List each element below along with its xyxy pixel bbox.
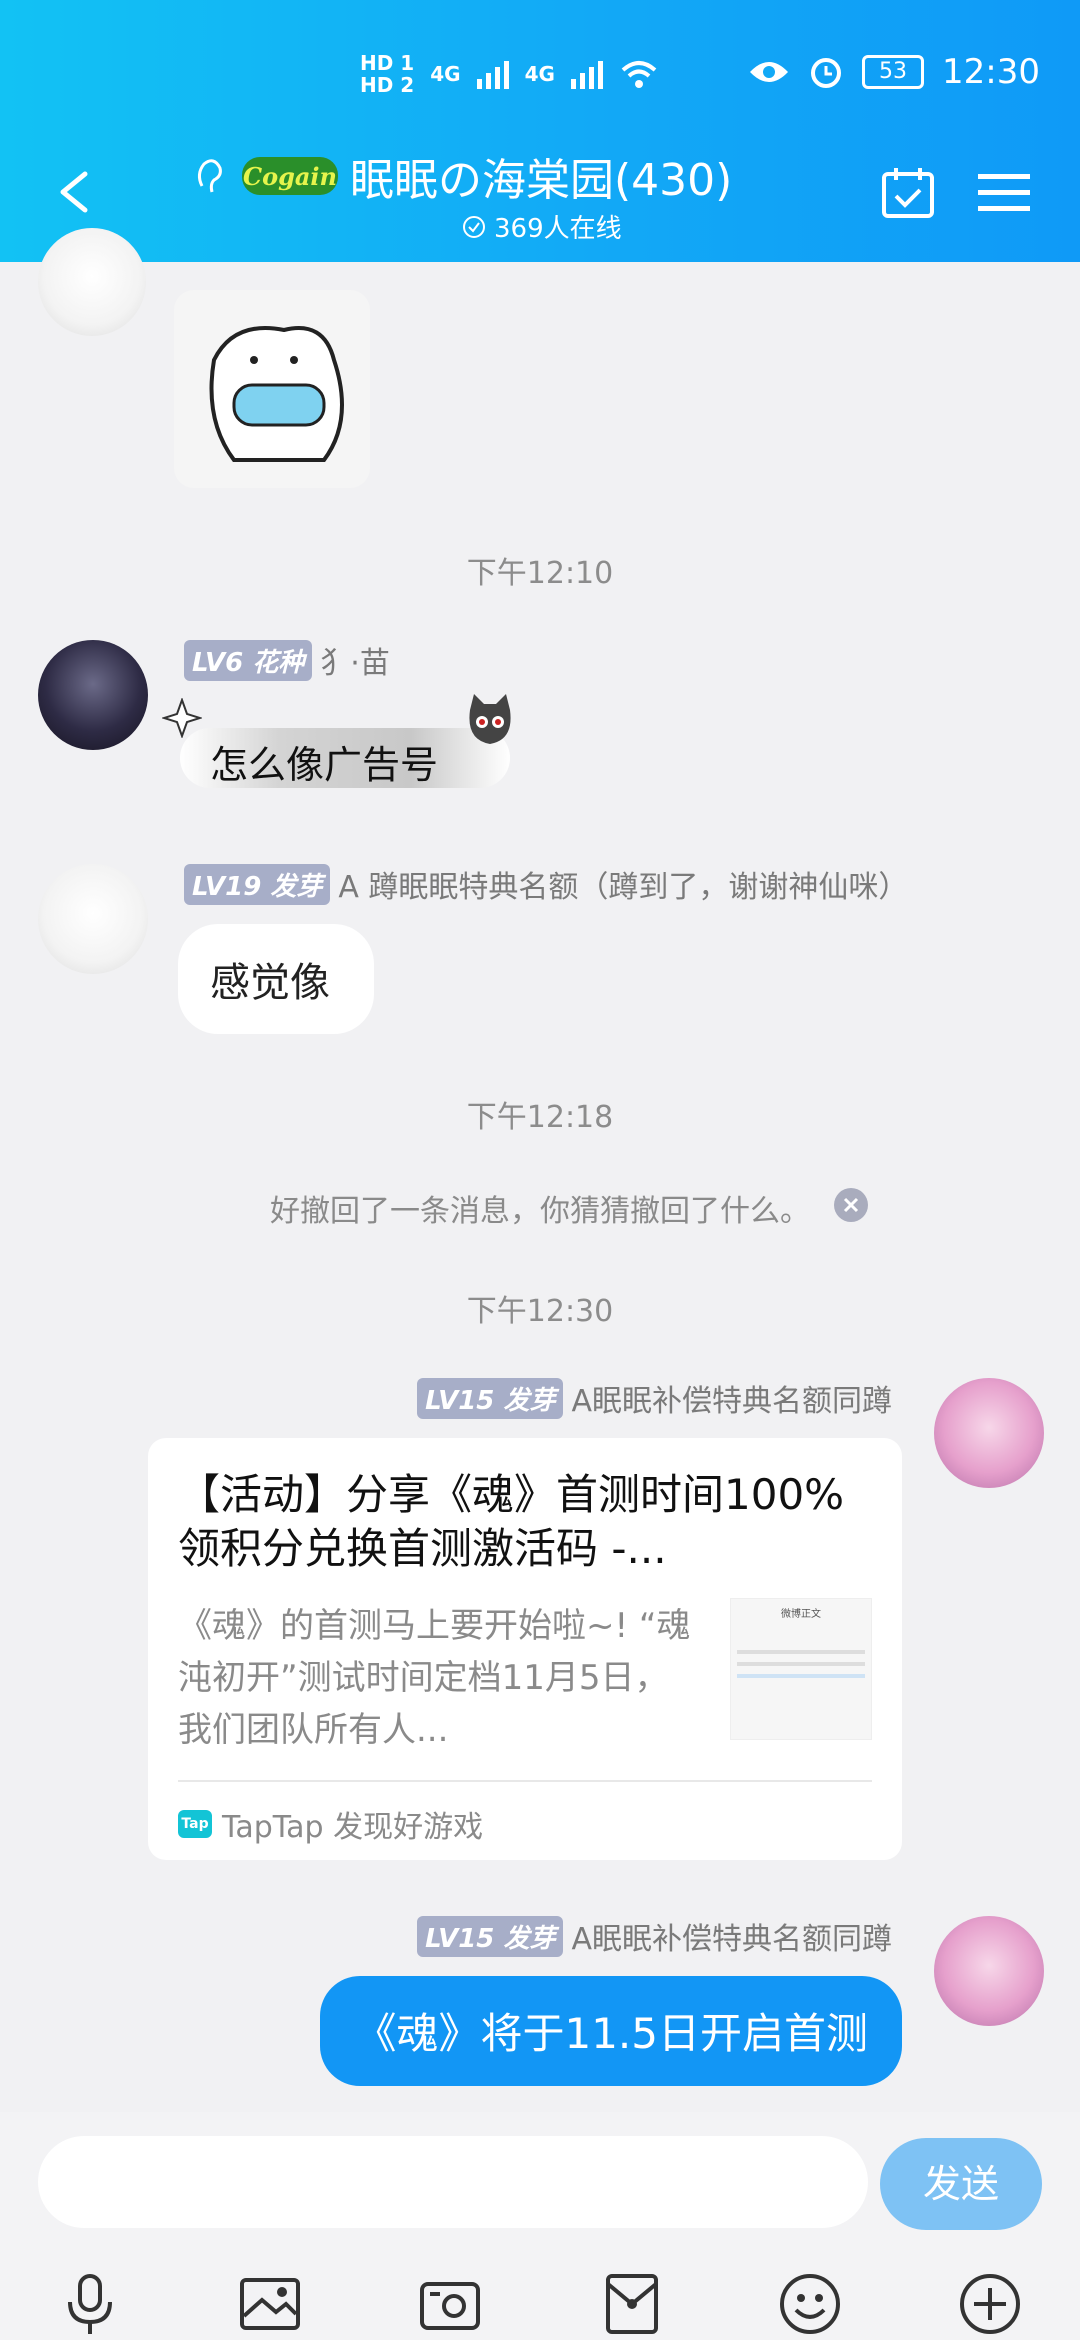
app-header: HD 1 HD 2 4G 4G 53 12:30 Cogain 眠眠の海棠园(4… — [0, 0, 1080, 262]
avatar[interactable] — [934, 1378, 1044, 1488]
send-button[interactable]: 发送 — [880, 2138, 1042, 2230]
nav-bar: Cogain 眠眠の海棠园(430) 369人在线 — [0, 140, 1080, 250]
avatar[interactable] — [38, 864, 148, 974]
message-text: 《魂》将于11.5日开启首测 — [354, 2009, 868, 2058]
sender-name: A 蹲眠眠特典名额（蹲到了，谢谢神仙咪） — [338, 870, 909, 905]
cat-face-icon — [469, 694, 511, 744]
status-time: 12:30 — [942, 52, 1040, 92]
rank-label: 花种 — [252, 647, 305, 678]
net1-label: 4G — [430, 62, 461, 86]
avatar[interactable] — [934, 1916, 1044, 2026]
signal1-icon — [476, 59, 509, 89]
alarm-icon — [811, 58, 842, 88]
sim2-label: HD 2 — [360, 73, 415, 97]
plus-icon[interactable] — [958, 2272, 1022, 2336]
card-title: 【活动】分享《魂》首测时间100%领积分兑换首测激活码 -... — [178, 1470, 845, 1573]
input-bar: 发送 — [0, 2112, 1080, 2340]
message-bubble[interactable]: 感觉像 — [178, 924, 374, 1034]
sender-meta: LV15 发芽 A眠眠补偿特典名额同蹲 — [417, 1376, 892, 1420]
sender-meta: LV19 发芽 A 蹲眠眠特典名额（蹲到了，谢谢神仙咪） — [184, 862, 908, 906]
timestamp: 下午12:30 — [466, 1294, 614, 1329]
thumbnail-header: 微博正文 — [781, 1609, 821, 1620]
online-count: 369人在线 — [462, 208, 622, 245]
eye-icon — [750, 62, 789, 82]
net2-label: 4G — [524, 62, 555, 86]
group-logo: Cogain — [242, 157, 338, 195]
ear-icon[interactable] — [190, 154, 230, 198]
status-bar: HD 1 HD 2 4G 4G 53 12:30 — [0, 52, 1080, 112]
avatar[interactable] — [38, 228, 146, 336]
check-circle-icon — [463, 215, 485, 238]
wifi-icon — [621, 61, 657, 88]
rank-label: 发芽 — [503, 1923, 556, 1954]
sticker-image[interactable] — [174, 290, 370, 488]
card-thumbnail: 微博正文 — [730, 1598, 872, 1740]
card-source: Tap TapTap 发现好游戏 — [178, 1802, 483, 1846]
online-text: 369人在线 — [494, 214, 622, 244]
tool-row — [0, 2272, 1080, 2336]
card-source-text: TapTap 发现好游戏 — [222, 1810, 484, 1845]
sim1-label: HD 1 — [360, 51, 415, 75]
recall-notice: 好撤回了一条消息，你猜猜撤回了什么。 — [270, 1194, 810, 1229]
emoji-icon[interactable] — [778, 2272, 842, 2336]
sender-name: A眠眠补偿特典名额同蹲 — [571, 1384, 892, 1419]
cat-sticker-drawing — [209, 326, 344, 462]
camera-icon[interactable] — [418, 2272, 482, 2336]
card-divider — [178, 1780, 872, 1782]
star-icon — [162, 698, 202, 738]
logo-text: Cogain — [243, 162, 337, 191]
image-icon[interactable] — [238, 2272, 302, 2336]
group-title[interactable]: 眠眠の海棠园(430) — [350, 144, 732, 208]
sender-meta: LV6 花种 犭·苗 — [184, 638, 390, 682]
level-badge: LV19 — [192, 871, 262, 902]
sender-name: 犭·苗 — [320, 646, 390, 681]
timestamp: 下午12:10 — [466, 556, 614, 591]
timestamp: 下午12:18 — [466, 1100, 614, 1135]
rank-label: 发芽 — [503, 1385, 556, 1416]
card-description: 《魂》的首测马上要开始啦~! “魂沌初开”测试时间定档11月5日，我们团队所有人… — [178, 1606, 691, 1750]
link-card[interactable]: 【活动】分享《魂》首测时间100%领积分兑换首测激活码 -... 《魂》的首测马… — [148, 1438, 902, 1860]
avatar[interactable] — [38, 640, 148, 750]
sender-meta: LV15 发芽 A眠眠补偿特典名额同蹲 — [417, 1914, 892, 1958]
text-sticker[interactable]: 怎么像广告号 — [160, 690, 520, 810]
message-input[interactable] — [38, 2136, 868, 2228]
message-text: 感觉像 — [210, 960, 330, 1006]
red-packet-icon[interactable] — [600, 2272, 664, 2336]
message-bubble-self[interactable]: 《魂》将于11.5日开启首测 — [320, 1976, 902, 2086]
signal2-icon — [570, 59, 603, 89]
level-badge: LV6 — [192, 647, 244, 678]
sticker-caption: 怎么像广告号 — [210, 743, 439, 787]
rank-label: 发芽 — [270, 871, 323, 902]
level-badge: LV15 — [425, 1923, 495, 1954]
menu-icon[interactable] — [978, 170, 1030, 216]
back-arrow-icon[interactable] — [55, 170, 95, 214]
close-icon[interactable] — [834, 1188, 868, 1222]
battery-indicator: 53 — [862, 55, 925, 89]
mic-icon[interactable] — [58, 2272, 122, 2336]
taptap-logo-icon: Tap — [178, 1810, 212, 1838]
calendar-check-icon[interactable] — [880, 166, 936, 220]
level-badge: LV15 — [425, 1385, 495, 1416]
sender-name: A眠眠补偿特典名额同蹲 — [571, 1922, 892, 1957]
